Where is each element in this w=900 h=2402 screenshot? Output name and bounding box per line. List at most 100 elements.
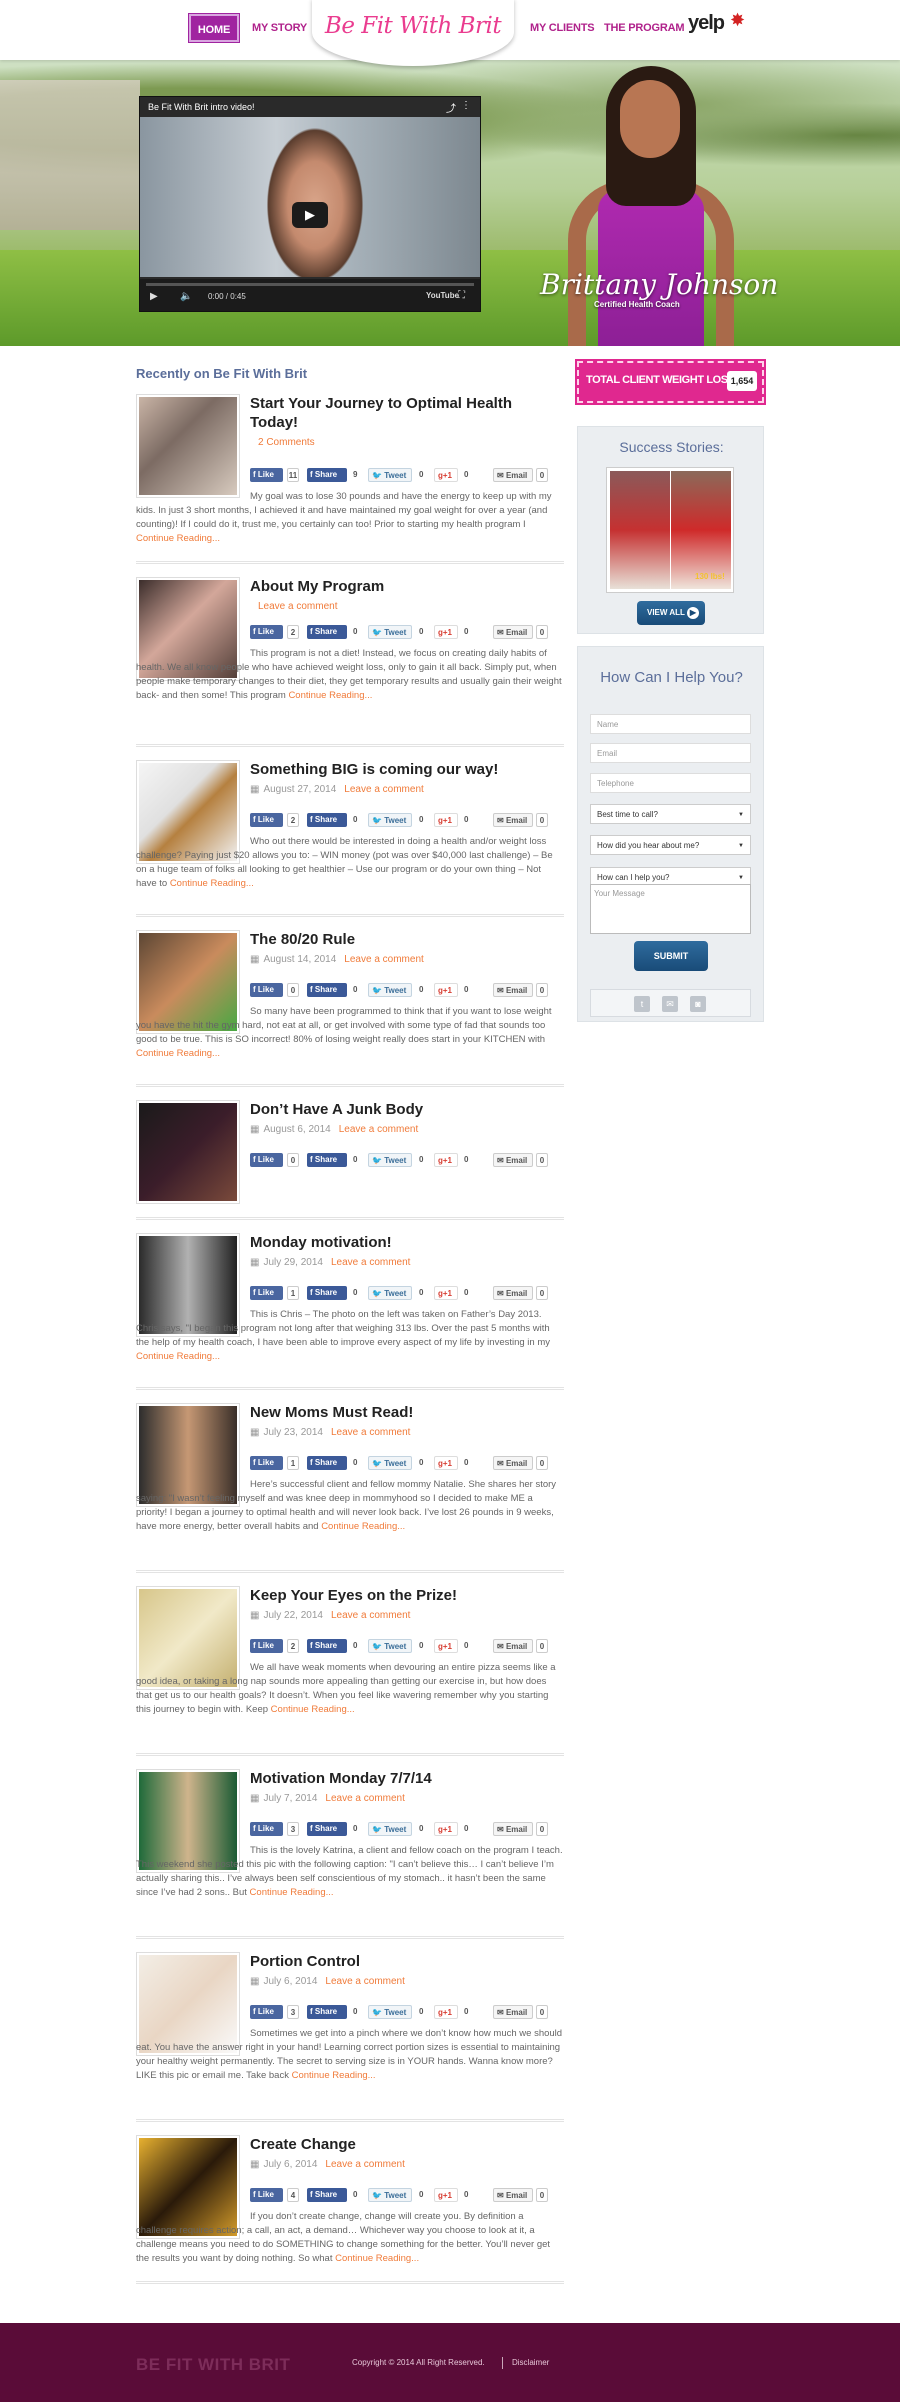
email-share-button[interactable]: ✉ Email <box>493 1639 533 1653</box>
video-more-icon[interactable]: ⋮ <box>461 100 471 111</box>
google-plus-button[interactable]: g+1 <box>434 1639 458 1653</box>
post-title[interactable]: Don’t Have A Junk Body <box>250 1100 564 1119</box>
name-field[interactable]: Name <box>590 714 751 734</box>
continue-reading-link[interactable]: Continue Reading... <box>170 878 254 889</box>
google-plus-button[interactable]: g+1 <box>434 2005 458 2019</box>
email-share-button[interactable]: ✉ Email <box>493 625 533 639</box>
youtube-logo[interactable]: YouTube <box>426 291 459 300</box>
nav-my-clients[interactable]: MY CLIENTS <box>530 14 595 42</box>
intro-video-player[interactable]: Be Fit With Brit intro video! ⤴ ⋮ ▶ ▶ 🔈 … <box>139 96 481 312</box>
facebook-share-button[interactable]: f Share <box>307 1639 347 1653</box>
tweet-button[interactable]: 🐦 Tweet <box>368 1639 412 1653</box>
facebook-share-button[interactable]: f Share <box>307 2005 347 2019</box>
continue-reading-link[interactable]: Continue Reading... <box>136 1351 220 1362</box>
video-volume-icon[interactable]: 🔈 <box>180 291 192 302</box>
facebook-like-button[interactable]: f Like <box>250 1456 283 1470</box>
email-share-button[interactable]: ✉ Email <box>493 1286 533 1300</box>
comments-link[interactable]: Leave a comment <box>325 1793 405 1804</box>
google-plus-button[interactable]: g+1 <box>434 2188 458 2202</box>
continue-reading-link[interactable]: Continue Reading... <box>335 2253 419 2264</box>
email-share-button[interactable]: ✉ Email <box>493 468 533 482</box>
post-title[interactable]: Something BIG is coming our way! <box>250 760 564 779</box>
facebook-share-button[interactable]: f Share <box>307 625 347 639</box>
nav-the-program[interactable]: THE PROGRAM <box>604 14 685 42</box>
comments-link[interactable]: Leave a comment <box>325 2159 405 2170</box>
post-title[interactable]: Monday motivation! <box>250 1233 564 1252</box>
facebook-like-button[interactable]: f Like <box>250 1822 283 1836</box>
facebook-share-button[interactable]: f Share <box>307 2188 347 2202</box>
facebook-share-button[interactable]: f Share <box>307 468 347 482</box>
continue-reading-link[interactable]: Continue Reading... <box>250 1887 334 1898</box>
email-share-button[interactable]: ✉ Email <box>493 1822 533 1836</box>
post-title[interactable]: Create Change <box>250 2135 564 2154</box>
email-share-button[interactable]: ✉ Email <box>493 1153 533 1167</box>
continue-reading-link[interactable]: Continue Reading... <box>136 533 220 544</box>
post-title[interactable]: Motivation Monday 7/7/14 <box>250 1769 564 1788</box>
continue-reading-link[interactable]: Continue Reading... <box>321 1521 405 1532</box>
facebook-like-button[interactable]: f Like <box>250 983 283 997</box>
comments-link[interactable]: Leave a comment <box>331 1257 411 1268</box>
email-field[interactable]: Email <box>590 743 751 763</box>
telephone-field[interactable]: Telephone <box>590 773 751 793</box>
rss-icon[interactable]: ◙ <box>690 996 706 1012</box>
tweet-button[interactable]: 🐦 Tweet <box>368 2188 412 2202</box>
comments-link[interactable]: Leave a comment <box>339 1124 419 1135</box>
best-time-select[interactable]: Best time to call? ▼ <box>590 804 751 824</box>
video-control-play-icon[interactable]: ▶ <box>150 291 158 302</box>
tweet-button[interactable]: 🐦 Tweet <box>368 983 412 997</box>
email-share-button[interactable]: ✉ Email <box>493 2005 533 2019</box>
comments-link[interactable]: Leave a comment <box>344 784 424 795</box>
site-logo[interactable]: Be Fit With Brit <box>312 0 514 66</box>
google-plus-button[interactable]: g+1 <box>434 1153 458 1167</box>
comments-link[interactable]: Leave a comment <box>325 1976 405 1987</box>
google-plus-button[interactable]: g+1 <box>434 1822 458 1836</box>
continue-reading-link[interactable]: Continue Reading... <box>292 2070 376 2081</box>
facebook-like-button[interactable]: f Like <box>250 468 283 482</box>
post-title[interactable]: The 80/20 Rule <box>250 930 564 949</box>
facebook-share-button[interactable]: f Share <box>307 1456 347 1470</box>
comments-link[interactable]: Leave a comment <box>331 1610 411 1621</box>
tweet-button[interactable]: 🐦 Tweet <box>368 468 412 482</box>
facebook-like-button[interactable]: f Like <box>250 625 283 639</box>
facebook-like-button[interactable]: f Like <box>250 1153 283 1167</box>
yelp-link[interactable]: yelp <box>688 12 725 35</box>
video-share-icon[interactable]: ⤴ <box>446 100 456 115</box>
tweet-button[interactable]: 🐦 Tweet <box>368 1822 412 1836</box>
email-share-button[interactable]: ✉ Email <box>493 1456 533 1470</box>
comments-link[interactable]: Leave a comment <box>258 601 338 612</box>
tweet-button[interactable]: 🐦 Tweet <box>368 2005 412 2019</box>
continue-reading-link[interactable]: Continue Reading... <box>288 690 372 701</box>
post-thumbnail[interactable] <box>136 1100 240 1204</box>
email-icon[interactable]: ✉ <box>662 996 678 1012</box>
nav-my-story[interactable]: MY STORY <box>252 14 307 42</box>
tweet-button[interactable]: 🐦 Tweet <box>368 813 412 827</box>
google-plus-button[interactable]: g+1 <box>434 813 458 827</box>
continue-reading-link[interactable]: Continue Reading... <box>136 1048 220 1059</box>
post-title[interactable]: New Moms Must Read! <box>250 1403 564 1422</box>
google-plus-button[interactable]: g+1 <box>434 1286 458 1300</box>
message-textarea[interactable]: Your Message <box>590 884 751 934</box>
google-plus-button[interactable]: g+1 <box>434 625 458 639</box>
post-title[interactable]: About My Program <box>250 577 564 596</box>
post-title[interactable]: Keep Your Eyes on the Prize! <box>250 1586 564 1605</box>
facebook-share-button[interactable]: f Share <box>307 1822 347 1836</box>
facebook-like-button[interactable]: f Like <box>250 1286 283 1300</box>
post-title[interactable]: Portion Control <box>250 1952 564 1971</box>
facebook-like-button[interactable]: f Like <box>250 2005 283 2019</box>
success-stories-photo[interactable]: 130 lbs! <box>606 467 734 593</box>
footer-disclaimer-link[interactable]: Disclaimer <box>512 2358 549 2367</box>
comments-link[interactable]: Leave a comment <box>331 1427 411 1438</box>
tweet-button[interactable]: 🐦 Tweet <box>368 1286 412 1300</box>
email-share-button[interactable]: ✉ Email <box>493 813 533 827</box>
email-share-button[interactable]: ✉ Email <box>493 2188 533 2202</box>
referral-select[interactable]: How did you hear about me? ▼ <box>590 835 751 855</box>
tweet-button[interactable]: 🐦 Tweet <box>368 1153 412 1167</box>
continue-reading-link[interactable]: Continue Reading... <box>271 1704 355 1715</box>
tweet-button[interactable]: 🐦 Tweet <box>368 1456 412 1470</box>
video-progress-bar[interactable] <box>146 283 474 286</box>
fullscreen-icon[interactable]: ⛶ <box>458 290 465 301</box>
twitter-icon[interactable]: t <box>634 996 650 1012</box>
facebook-share-button[interactable]: f Share <box>307 813 347 827</box>
facebook-like-button[interactable]: f Like <box>250 1639 283 1653</box>
google-plus-button[interactable]: g+1 <box>434 468 458 482</box>
